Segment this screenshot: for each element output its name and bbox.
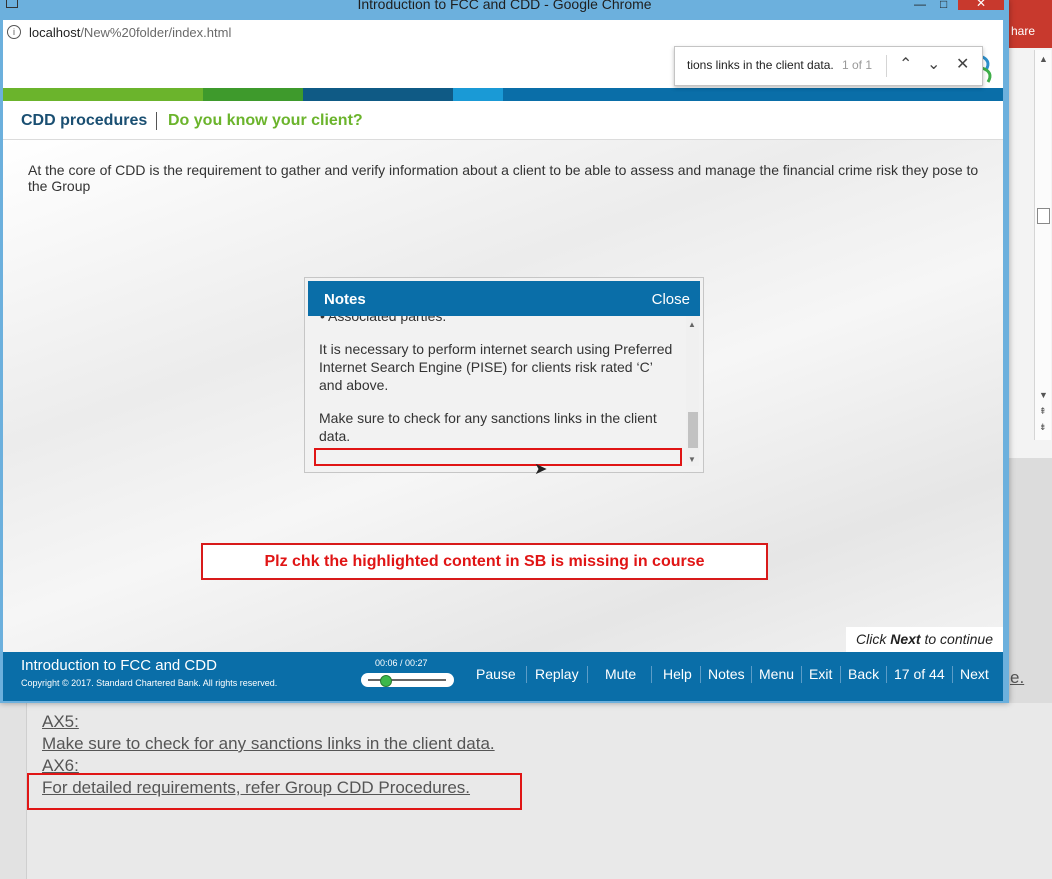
notes-scrollbar[interactable]: ▲ ▼ [686,316,699,466]
scroll-down-icon[interactable]: ▼ [1039,390,1048,400]
url-path: /New%20folder/index.html [80,25,232,40]
title-bar: Introduction to FCC and CDD - Google Chr… [0,0,1009,20]
notes-scroll-thumb[interactable] [688,412,698,448]
info-icon[interactable]: i [7,25,21,39]
copyright-text: Copyright © 2017. Standard Chartered Ban… [21,678,278,688]
find-count: 1 of 1 [842,58,873,72]
footer-divider [952,666,953,683]
footer-divider [651,666,652,683]
notes-paragraph-pise: It is necessary to perform internet sear… [319,341,673,393]
find-input[interactable]: tions links in the client data. [687,58,834,72]
doc-line-sanctions: Make sure to check for any sanctions lin… [42,734,495,753]
notes-close-button[interactable]: Close [652,291,690,308]
header-divider [156,112,157,130]
click-next-post: to continue [924,631,993,647]
click-next-prompt: Click Next to continue [846,627,1003,652]
document-margin [0,700,27,879]
footer-divider [700,666,701,683]
course-title: Introduction to FCC and CDD [21,657,217,674]
find-bar: tions links in the client data. 1 of 1 ⌃… [674,46,983,86]
url-host: localhost [29,25,81,40]
section-title: CDD procedures [21,112,148,129]
side-gray-area [1009,458,1052,703]
review-comment-box: Plz chk the highlighted content in SB is… [201,543,768,580]
close-window-button[interactable]: ✕ [958,0,1004,10]
notes-button[interactable]: Notes [708,666,745,682]
notes-paragraph-sanctions: Make sure to check for any sanctions lin… [319,410,657,444]
notes-dialog: Notes Close • Associated parties. It is … [304,277,704,473]
brand-stripe-green [3,88,203,101]
exit-button[interactable]: Exit [809,666,832,682]
notes-body[interactable]: • Associated parties. It is necessary to… [308,316,700,469]
footer-divider [840,666,841,683]
share-label: hare [1011,24,1036,38]
replay-button[interactable]: Replay [535,666,579,682]
progress-slider[interactable] [361,673,454,687]
mute-button[interactable]: Mute [605,666,636,682]
maximize-icon[interactable]: □ [940,0,947,11]
find-next-icon[interactable]: ⌄ [927,54,940,74]
brand-stripe-darkgreen [203,88,303,101]
notes-bullet: • Associated parties. [320,316,446,324]
scroll-up-icon[interactable]: ▲ [1039,54,1048,64]
find-prev-icon[interactable]: ⌃ [899,54,912,74]
player-controls: Introduction to FCC and CDD Copyright © … [3,652,1003,701]
brand-stripe-lightblue [453,88,503,101]
brand-stripe-blue [503,88,1003,101]
footer-divider [526,666,527,683]
back-button[interactable]: Back [848,666,879,682]
footer-divider [587,666,588,683]
notes-header: Notes Close [308,281,700,316]
doc-line-ax5: AX5: [42,712,79,731]
click-next-bold: Next [890,631,921,647]
next-button[interactable]: Next [960,666,989,682]
notes-bullet-text: Associated parties. [328,316,447,324]
page-counter: 17 of 44 [894,666,945,682]
document-scrollbar[interactable]: ▲ ▼ ⇞ ⇟ [1034,50,1051,440]
notes-scroll-up-icon[interactable]: ▲ [688,320,696,329]
subsection-title: Do you know your client? [168,112,363,129]
next-page-icon[interactable]: ⇟ [1039,422,1047,433]
brand-stripe-navy [303,88,453,101]
help-button[interactable]: Help [663,666,692,682]
browser-window: Introduction to FCC and CDD - Google Chr… [0,0,1009,703]
footer-divider [801,666,802,683]
scroll-thumb[interactable] [1037,208,1050,224]
footer-divider [751,666,752,683]
window-title: Introduction to FCC and CDD - Google Chr… [357,0,652,12]
notes-title: Notes [324,291,366,308]
minimize-icon[interactable]: — [914,0,926,11]
document-link-fragment[interactable]: e. [1010,668,1024,688]
menu-button[interactable]: Menu [759,666,794,682]
find-close-icon[interactable]: ✕ [956,54,969,74]
find-divider [886,55,887,77]
prev-page-icon[interactable]: ⇞ [1039,406,1047,417]
course-header: CDD procedures Do you know your client? [3,101,1003,140]
notes-scroll-down-icon[interactable]: ▼ [688,455,696,464]
intro-text: At the core of CDD is the requirement to… [28,162,979,194]
mouse-cursor-icon: ➤ [534,461,548,478]
pause-button[interactable]: Pause [476,666,516,682]
missing-content-highlight [314,448,682,466]
slider-knob[interactable] [380,675,393,687]
click-next-pre: Click [856,631,887,647]
footer-divider [886,666,887,683]
address-bar[interactable]: i localhost/New%20folder/index.html [3,20,1003,47]
playback-time: 00:06 / 00:27 [375,658,428,668]
url-text[interactable]: localhost/New%20folder/index.html [29,25,231,40]
document-highlight-box [27,773,522,810]
ribbon-share-button[interactable]: hare [1009,0,1052,48]
